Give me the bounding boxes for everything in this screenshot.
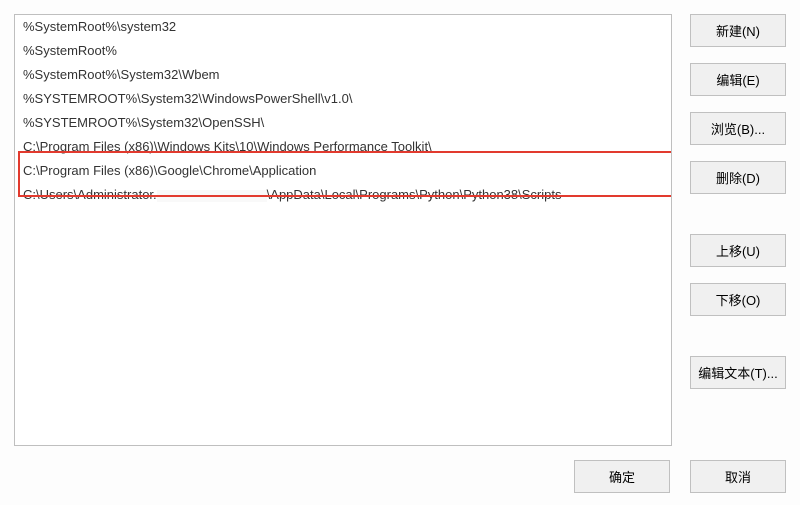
list-item[interactable]: %SYSTEMROOT%\System32\WindowsPowerShell\… (15, 87, 671, 111)
delete-button[interactable]: 删除(D) (690, 161, 786, 194)
move-down-button[interactable]: 下移(O) (690, 283, 786, 316)
side-button-column: 新建(N) 编辑(E) 浏览(B)... 删除(D) 上移(U) 下移(O) 编… (690, 14, 786, 446)
list-item[interactable]: C:\Program Files (x86)\Google\Chrome\App… (15, 159, 671, 183)
list-item[interactable]: %SystemRoot% (15, 39, 671, 63)
browse-button[interactable]: 浏览(B)... (690, 112, 786, 145)
path-list-box[interactable]: %SystemRoot%\system32 %SystemRoot% %Syst… (14, 14, 672, 446)
ok-button[interactable]: 确定 (574, 460, 670, 493)
move-up-button[interactable]: 上移(U) (690, 234, 786, 267)
redacted-segment (157, 190, 267, 202)
new-button[interactable]: 新建(N) (690, 14, 786, 47)
list-item-suffix: \AppData\Local\Programs\Python\Python38\… (267, 187, 562, 202)
list-item[interactable]: %SYSTEMROOT%\System32\OpenSSH\ (15, 111, 671, 135)
list-item[interactable]: %SystemRoot%\System32\Wbem (15, 63, 671, 87)
list-item[interactable]: C:\Program Files (x86)\Windows Kits\10\W… (15, 135, 671, 159)
list-item[interactable]: %SystemRoot%\system32 (15, 15, 671, 39)
list-item[interactable]: C:\Users\Administrator. \AppData\Local\Pr… (15, 183, 671, 207)
cancel-button[interactable]: 取消 (690, 460, 786, 493)
list-item-prefix: C:\Users\Administrator. (23, 187, 157, 202)
dialog-bottom-row: 确定 取消 (14, 446, 786, 495)
edit-button[interactable]: 编辑(E) (690, 63, 786, 96)
edit-text-button[interactable]: 编辑文本(T)... (690, 356, 786, 389)
